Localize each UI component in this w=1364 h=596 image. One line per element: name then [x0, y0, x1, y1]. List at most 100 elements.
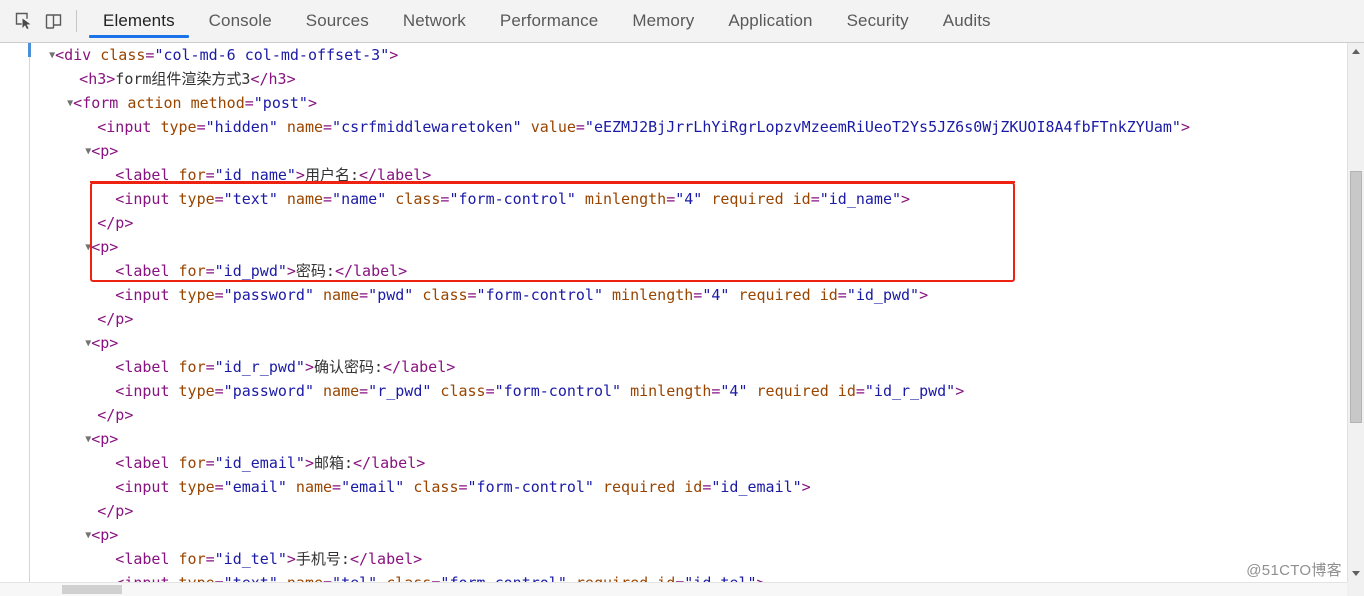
code-token-punct: </	[97, 310, 116, 328]
tab-console[interactable]: Console	[192, 0, 289, 42]
dom-tree-line[interactable]: ▼<p>	[31, 523, 1344, 547]
chevron-down-icon[interactable]: ▼	[67, 98, 73, 109]
dom-tree-line[interactable]: ▼<p>	[31, 331, 1344, 355]
chevron-down-icon[interactable]: ▼	[49, 50, 55, 61]
code-token-punct2: =	[485, 382, 495, 400]
code-token-tag: div	[64, 46, 92, 64]
code-token-punct: <	[115, 478, 125, 496]
tab-network[interactable]: Network	[386, 0, 483, 42]
dom-tree-line[interactable]: </p>	[31, 499, 1344, 523]
tab-memory[interactable]: Memory	[615, 0, 711, 42]
dom-tree-line[interactable]: ▼<p>	[31, 235, 1344, 259]
code-token-attr: type	[178, 190, 215, 208]
code-token-sp	[811, 286, 820, 304]
dom-tree-line[interactable]: <input type="password" name="r_pwd" clas…	[31, 379, 1344, 403]
devtools-tab-bar: Elements Console Sources Network Perform…	[86, 0, 1008, 42]
code-token-sp	[522, 118, 531, 136]
code-token-sp	[621, 382, 630, 400]
code-token-punct: >	[901, 190, 911, 208]
code-token-punct2: =	[323, 118, 333, 136]
dom-tree-line[interactable]: <input type="hidden" name="csrfmiddlewar…	[31, 115, 1344, 139]
code-token-val: "post"	[253, 94, 308, 112]
scroll-up-arrow-icon[interactable]	[1348, 43, 1364, 60]
code-token-punct: <	[91, 238, 101, 256]
code-token-attr: id	[684, 478, 703, 496]
dom-tree-line[interactable]: </p>	[31, 211, 1344, 235]
tab-sources[interactable]: Sources	[289, 0, 386, 42]
vertical-scrollbar[interactable]	[1347, 43, 1364, 582]
chevron-down-icon[interactable]: ▼	[85, 530, 91, 541]
dom-tree-code[interactable]: ▼<div class="col-md-6 col-md-offset-3"> …	[31, 43, 1344, 595]
chevron-down-icon[interactable]: ▼	[85, 242, 91, 253]
dom-tree-line[interactable]: <input type="email" name="email" class="…	[31, 475, 1344, 499]
code-token-text: 手机号:	[295, 550, 350, 568]
code-token-attr: name	[295, 478, 333, 496]
code-token-val: "form-control"	[449, 190, 576, 208]
code-token-punct: >	[919, 286, 929, 304]
inspect-element-icon[interactable]	[9, 7, 39, 35]
code-token-punct2: =	[810, 190, 820, 208]
code-token-attr: required	[738, 286, 811, 304]
scroll-down-arrow-icon[interactable]	[1348, 565, 1364, 582]
code-token-attr: required	[602, 478, 676, 496]
dom-tree-line[interactable]: </p>	[31, 307, 1344, 331]
chevron-down-icon[interactable]: ▼	[85, 338, 91, 349]
no-toggle-placeholder	[103, 386, 115, 397]
code-token-tag: label	[124, 550, 170, 568]
dom-tree-line[interactable]: <label for="id_pwd">密码:</label>	[31, 259, 1344, 283]
code-token-sp	[118, 94, 127, 112]
dom-tree-line[interactable]: ▼<div class="col-md-6 col-md-offset-3">	[31, 43, 1344, 67]
dom-tree-line[interactable]: <label for="id_name">用户名:</label>	[31, 163, 1344, 187]
code-token-attr: for	[178, 358, 206, 376]
tab-elements[interactable]: Elements	[86, 0, 192, 42]
dom-tree-line[interactable]: ▼<p>	[31, 427, 1344, 451]
code-token-punct: >	[416, 454, 426, 472]
toolbar-icon-group	[0, 0, 86, 42]
no-toggle-placeholder	[85, 314, 97, 325]
code-token-val: "csrfmiddlewaretoken"	[332, 118, 522, 136]
code-token-attr: for	[178, 454, 206, 472]
code-token-sp	[91, 46, 100, 64]
code-token-punct: <	[79, 70, 89, 88]
dom-tree-line[interactable]: <input type="text" name="name" class="fo…	[31, 187, 1344, 211]
elements-dom-tree-panel[interactable]: ▼<div class="col-md-6 col-md-offset-3"> …	[0, 43, 1364, 596]
dom-tree-line[interactable]: ▼<p>	[31, 139, 1344, 163]
dom-tree-line[interactable]: <h3>form组件渲染方式3</h3>	[31, 67, 1344, 91]
dom-tree-line[interactable]: <label for="id_tel">手机号:</label>	[31, 547, 1344, 571]
tab-network-label: Network	[402, 11, 466, 30]
tab-security[interactable]: Security	[830, 0, 926, 42]
tab-performance[interactable]: Performance	[483, 0, 615, 42]
code-token-attr: type	[160, 118, 197, 136]
horizontal-scrollbar-thumb[interactable]	[62, 585, 122, 594]
no-toggle-placeholder	[85, 218, 97, 229]
code-token-punct2: =	[693, 286, 703, 304]
code-token-punct: <	[115, 454, 125, 472]
code-token-val: "col-md-6 col-md-offset-3"	[154, 46, 390, 64]
chevron-down-icon[interactable]: ▼	[85, 434, 91, 445]
tab-audits[interactable]: Audits	[926, 0, 1008, 42]
tab-application[interactable]: Application	[711, 0, 829, 42]
code-token-punct: <	[115, 262, 125, 280]
code-token-punct: <	[115, 550, 125, 568]
dom-tree-line[interactable]: ▼<form action method="post">	[31, 91, 1344, 115]
code-token-attr: class	[413, 478, 459, 496]
dom-tree-line[interactable]: <label for="id_email">邮箱:</label>	[31, 451, 1344, 475]
dom-tree-line[interactable]: <label for="id_r_pwd">确认密码:</label>	[31, 355, 1344, 379]
code-token-punct2: =	[332, 478, 342, 496]
dom-tree-line[interactable]: </p>	[31, 403, 1344, 427]
chevron-down-icon[interactable]: ▼	[85, 146, 91, 157]
code-token-punct2: =	[855, 382, 865, 400]
device-toolbar-icon[interactable]	[39, 7, 69, 35]
vertical-scrollbar-thumb[interactable]	[1350, 171, 1362, 423]
code-token-sp	[413, 286, 422, 304]
code-token-punct: </	[383, 358, 402, 376]
code-token-attr: minlength	[630, 382, 712, 400]
horizontal-scrollbar[interactable]	[0, 582, 1347, 596]
dom-tree-line[interactable]: <input type="password" name="pwd" class=…	[31, 283, 1344, 307]
code-token-attr: type	[178, 382, 215, 400]
